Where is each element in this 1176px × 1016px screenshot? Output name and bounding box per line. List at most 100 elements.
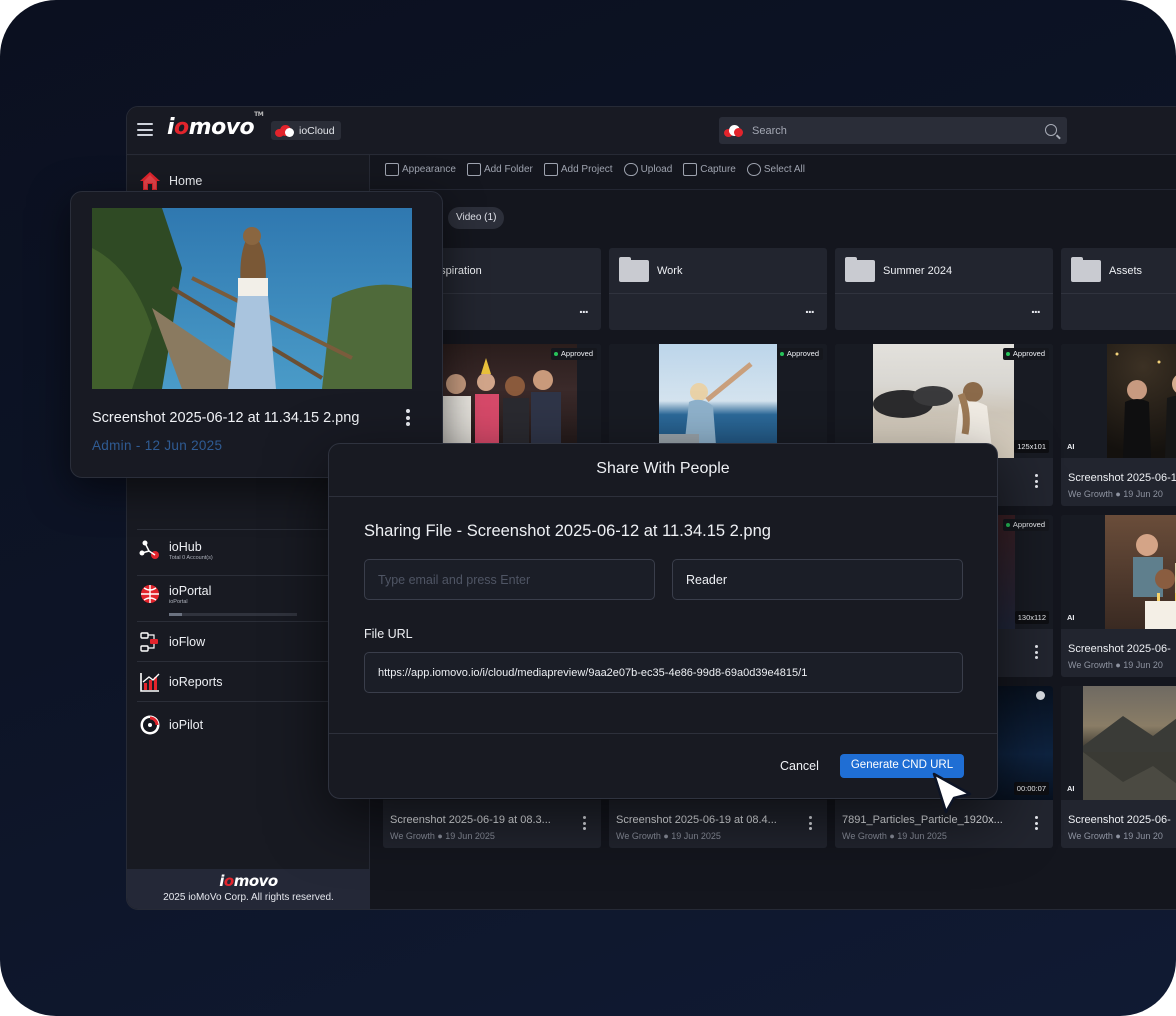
capture-button[interactable]: Capture [683, 163, 736, 176]
media-title: Screenshot 2025-06-19 at 08.3... [390, 814, 551, 826]
cursor-icon [932, 772, 972, 814]
select-radio[interactable] [1036, 691, 1045, 700]
upload-label: Upload [640, 164, 673, 175]
home-icon [139, 170, 161, 192]
add-folder-button[interactable]: Add Folder [466, 163, 533, 176]
media-meta: We Growth ● 19 Jun 20 [1068, 831, 1163, 841]
brand-logo[interactable]: iomovoTM [167, 111, 264, 140]
filter-chip-video[interactable]: Video (1) [448, 207, 505, 229]
sidebar-item-label: ioFlow [169, 635, 206, 649]
folder-name: Work [657, 265, 683, 277]
divider [1061, 293, 1176, 294]
ai-badge: AI [1067, 442, 1075, 451]
search-input[interactable] [752, 124, 1022, 137]
preview-meta: Admin - 12 Jun 2025 [92, 438, 223, 453]
top-bar: iomovoTM ioCloud [127, 107, 1176, 155]
capture-label: Capture [700, 164, 736, 175]
thumbnail: AI [1061, 686, 1176, 800]
file-url-field[interactable]: https://app.iomovo.io/i/cloud/mediaprevi… [364, 652, 963, 693]
media-title: Screenshot 2025-06- [1068, 643, 1171, 655]
iocloud-chip[interactable]: ioCloud [271, 121, 341, 140]
search-box[interactable] [719, 117, 1067, 144]
file-preview-card: Screenshot 2025-06-12 at 11.34.15 2.png … [70, 191, 443, 478]
cancel-button[interactable]: Cancel [780, 759, 819, 773]
globe-icon [139, 583, 161, 605]
toolbar-divider [370, 189, 1176, 190]
menu-icon[interactable] [137, 123, 153, 136]
copyright-text: 2025 ioMoVo Corp. All rights reserved. [163, 892, 334, 903]
sidebar-item-ioflow[interactable]: ioFlow [139, 631, 205, 653]
add-project-button[interactable]: Add Project [543, 163, 613, 176]
divider [835, 293, 1053, 294]
more-vertical-icon[interactable] [809, 816, 813, 833]
folder-card[interactable]: Assets [1061, 248, 1176, 330]
more-vertical-icon[interactable] [583, 816, 587, 833]
cloud-icon [724, 124, 744, 137]
dimension-badge: 130x112 [1014, 611, 1049, 624]
role-select[interactable]: Reader [672, 559, 963, 600]
dialog-divider [329, 733, 997, 734]
media-title: Screenshot 2025-06-19 at 08.4... [616, 814, 777, 826]
media-meta: We Growth ● 19 Jun 2025 [616, 831, 721, 841]
sidebar-item-iohub[interactable]: ioHub Total 0 Account(s) [139, 539, 213, 561]
sidebar-item-ioportal[interactable]: ioPortal ioPortal [139, 583, 297, 616]
night-party-photo [1107, 344, 1176, 458]
iocloud-label: ioCloud [299, 124, 335, 137]
sidebar-item-sub: ioPortal [169, 598, 188, 605]
sidebar-item-iopilot[interactable]: ioPilot [139, 714, 203, 736]
beach-photo [659, 344, 777, 458]
dimension-badge: 125x101 [1014, 440, 1049, 453]
more-vertical-icon[interactable] [406, 409, 410, 429]
media-meta: We Growth ● 19 Jun 2025 [842, 831, 947, 841]
more-icon[interactable]: ... [579, 300, 589, 316]
email-field[interactable]: Type email and press Enter [364, 559, 655, 600]
toolbar: Appearance Add Folder Add Project Upload… [385, 163, 805, 176]
media-title: Screenshot 2025-06-1 [1068, 472, 1176, 484]
divider [609, 293, 827, 294]
approved-badge: Approved [776, 348, 823, 360]
search-icon[interactable] [1045, 124, 1057, 136]
flow-icon [139, 631, 161, 653]
thumbnail: AI [1061, 515, 1176, 629]
more-vertical-icon[interactable] [1035, 474, 1039, 491]
thumbnail: AI [1061, 344, 1176, 458]
pilot-icon [139, 714, 161, 736]
folder-card[interactable]: Summer 2024 ... [835, 248, 1053, 330]
more-icon[interactable]: ... [1031, 300, 1041, 316]
rocks-photo [873, 344, 1014, 458]
more-vertical-icon[interactable] [1035, 645, 1039, 662]
cloud-icon [275, 124, 295, 137]
dialog-subtitle: Sharing File - Screenshot 2025-06-12 at … [364, 522, 771, 540]
lake-photo [1083, 686, 1176, 800]
folder-icon [619, 257, 649, 282]
media-title: Screenshot 2025-06- [1068, 814, 1171, 826]
media-card[interactable]: AI Screenshot 2025-06- We Growth ● 19 Ju… [1061, 515, 1176, 677]
party-photo [431, 344, 577, 458]
upload-button[interactable]: Upload [623, 163, 673, 176]
more-vertical-icon[interactable] [1035, 816, 1039, 833]
folder-name: Assets [1109, 265, 1143, 277]
select-all-button[interactable]: Select All [746, 163, 805, 176]
reports-icon [139, 671, 161, 693]
check-circle-icon [746, 163, 761, 176]
more-icon[interactable]: ... [805, 300, 815, 316]
sidebar-item-label: Home [169, 174, 203, 188]
folder-icon [845, 257, 875, 282]
dialog-title: Share With People [329, 444, 997, 497]
sidebar-item-home[interactable]: Home [139, 170, 202, 192]
folder-card[interactable]: Work ... [609, 248, 827, 330]
camera-icon [683, 163, 698, 176]
appearance-label: Appearance [402, 164, 456, 175]
media-card[interactable]: AI Screenshot 2025-06-1 We Growth ● 19 J… [1061, 344, 1176, 506]
sidebar-item-label: ioPilot [169, 718, 204, 732]
sidebar-item-label: ioReports [169, 675, 223, 689]
media-card[interactable]: AI Screenshot 2025-06- We Growth ● 19 Ju… [1061, 686, 1176, 848]
sidebar-item-ioreports[interactable]: ioReports [139, 671, 223, 693]
media-meta: We Growth ● 19 Jun 20 [1068, 660, 1163, 670]
sidebar-item-label: ioPortal [169, 583, 212, 598]
sidebar-item-label: ioHub [169, 539, 202, 554]
ai-badge: AI [1067, 784, 1075, 793]
appearance-button[interactable]: Appearance [385, 163, 456, 176]
share-dialog: Share With People Sharing File - Screens… [328, 443, 998, 799]
sidebar-item-sub: Total 0 Account(s) [169, 554, 213, 561]
